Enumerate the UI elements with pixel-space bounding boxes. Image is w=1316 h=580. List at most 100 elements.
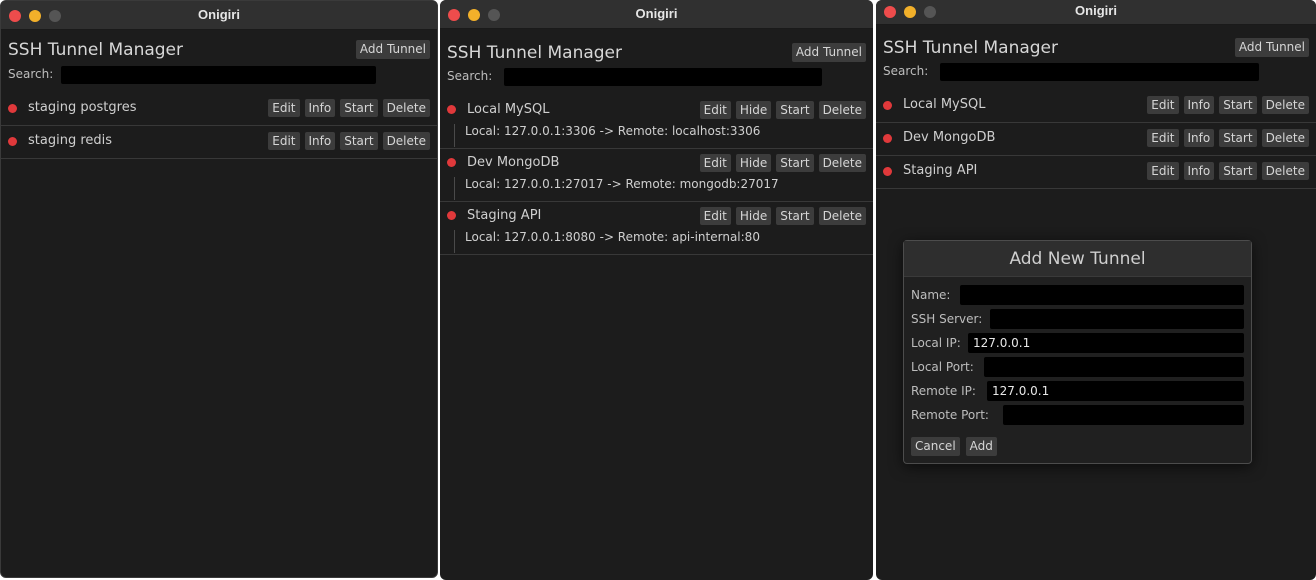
name-label: Name: (911, 288, 951, 302)
tunnel-name: staging redis (28, 133, 113, 148)
start-button[interactable]: Start (1219, 96, 1257, 114)
delete-button[interactable]: Delete (1261, 162, 1309, 180)
remote-port-label: Remote Port: (911, 408, 989, 422)
delete-button[interactable]: Delete (818, 154, 866, 172)
tunnel-form: Name: SSH Server: Local IP: 127.0.0.1 Lo… (911, 285, 1244, 429)
local-ip-label: Local IP: (911, 336, 961, 350)
delete-button[interactable]: Delete (1261, 129, 1309, 147)
name-field[interactable] (960, 285, 1244, 305)
tunnel-list: staging postgres Edit Info Start Delete … (1, 93, 437, 159)
status-indicator-icon (447, 105, 456, 114)
tunnel-detail: Local: 127.0.0.1:27017 -> Remote: mongod… (454, 177, 779, 200)
edit-button[interactable]: Edit (1147, 96, 1179, 114)
app-window-3: Onigiri SSH Tunnel Manager Add Tunnel Se… (876, 0, 1316, 580)
dialog-title: Add New Tunnel (904, 241, 1251, 277)
tunnel-name: Dev MongoDB (903, 130, 996, 145)
add-button[interactable]: Add (965, 437, 997, 456)
title-bar: Onigiri (1, 1, 437, 30)
app-header: SSH Tunnel Manager Add Tunnel (8, 40, 430, 62)
hide-button[interactable]: Hide (735, 154, 772, 172)
start-button[interactable]: Start (340, 99, 378, 117)
tunnel-list: Local MySQL Edit Info Start Delete Dev M… (876, 90, 1316, 189)
info-button[interactable]: Info (304, 132, 336, 150)
dialog-actions: Cancel Add (911, 437, 997, 456)
start-button[interactable]: Start (1219, 162, 1257, 180)
start-button[interactable]: Start (776, 101, 814, 119)
remote-ip-field[interactable]: 127.0.0.1 (987, 381, 1244, 401)
delete-button[interactable]: Delete (1261, 96, 1309, 114)
start-button[interactable]: Start (1219, 129, 1257, 147)
page-title: SSH Tunnel Manager (447, 43, 622, 63)
status-indicator-icon (447, 211, 456, 220)
tunnel-detail: Local: 127.0.0.1:3306 -> Remote: localho… (454, 124, 760, 147)
title-bar: Onigiri (440, 0, 873, 29)
form-row-local-port: Local Port: (911, 357, 1244, 381)
local-port-field[interactable] (984, 357, 1244, 377)
tunnel-name: Local MySQL (467, 102, 550, 117)
cancel-button[interactable]: Cancel (911, 437, 960, 456)
ssh-server-field[interactable] (990, 309, 1244, 329)
edit-button[interactable]: Edit (699, 207, 731, 225)
form-row-local-ip: Local IP: 127.0.0.1 (911, 333, 1244, 357)
hide-button[interactable]: Hide (735, 101, 772, 119)
tunnel-item: Staging API Edit Info Start Delete (876, 156, 1316, 189)
form-row-remote-port: Remote Port: (911, 405, 1244, 429)
tunnel-name: Staging API (903, 163, 978, 178)
delete-button[interactable]: Delete (818, 101, 866, 119)
screenshot-composite: Onigiri SSH Tunnel Manager Add Tunnel Se… (0, 0, 1316, 580)
search-label: Search: (447, 69, 493, 83)
edit-button[interactable]: Edit (268, 132, 300, 150)
edit-button[interactable]: Edit (268, 99, 300, 117)
status-indicator-icon (883, 167, 892, 176)
search-input[interactable] (940, 63, 1259, 81)
search-label: Search: (8, 67, 54, 81)
edit-button[interactable]: Edit (699, 101, 731, 119)
delete-button[interactable]: Delete (382, 132, 430, 150)
local-ip-field[interactable]: 127.0.0.1 (968, 333, 1244, 353)
ssh-server-label: SSH Server: (911, 312, 983, 326)
tunnel-item: Dev MongoDB Edit Hide Start Delete Local… (440, 149, 873, 202)
local-port-label: Local Port: (911, 360, 974, 374)
search-input[interactable] (61, 66, 376, 84)
form-row-remote-ip: Remote IP: 127.0.0.1 (911, 381, 1244, 405)
tunnel-name: staging postgres (28, 100, 137, 115)
start-button[interactable]: Start (340, 132, 378, 150)
page-title: SSH Tunnel Manager (883, 38, 1058, 58)
add-tunnel-button[interactable]: Add Tunnel (791, 43, 866, 62)
edit-button[interactable]: Edit (1147, 162, 1179, 180)
edit-button[interactable]: Edit (699, 154, 731, 172)
app-header: SSH Tunnel Manager Add Tunnel (883, 38, 1309, 60)
hide-button[interactable]: Hide (735, 207, 772, 225)
tunnel-name: Dev MongoDB (467, 155, 560, 170)
tunnel-item: staging redis Edit Info Start Delete (1, 126, 437, 159)
window-title: Onigiri (1075, 3, 1117, 18)
tunnel-list: Local MySQL Edit Hide Start Delete Local… (440, 96, 873, 255)
status-indicator-icon (8, 137, 17, 146)
status-indicator-icon (8, 104, 17, 113)
status-indicator-icon (883, 134, 892, 143)
add-tunnel-dialog: Add New Tunnel Name: SSH Server: Local I… (903, 240, 1252, 464)
app-header: SSH Tunnel Manager Add Tunnel (447, 43, 866, 65)
start-button[interactable]: Start (776, 207, 814, 225)
tunnel-item: staging postgres Edit Info Start Delete (1, 93, 437, 126)
info-button[interactable]: Info (304, 99, 336, 117)
remote-port-field[interactable] (1003, 405, 1244, 425)
tunnel-item: Local MySQL Edit Info Start Delete (876, 90, 1316, 123)
tunnel-name: Staging API (467, 208, 542, 223)
edit-button[interactable]: Edit (1147, 129, 1179, 147)
add-tunnel-button[interactable]: Add Tunnel (355, 40, 430, 59)
search-label: Search: (883, 64, 929, 78)
remote-ip-label: Remote IP: (911, 384, 976, 398)
info-button[interactable]: Info (1183, 162, 1215, 180)
start-button[interactable]: Start (776, 154, 814, 172)
delete-button[interactable]: Delete (818, 207, 866, 225)
info-button[interactable]: Info (1183, 129, 1215, 147)
tunnel-item: Dev MongoDB Edit Info Start Delete (876, 123, 1316, 156)
add-tunnel-button[interactable]: Add Tunnel (1234, 38, 1309, 57)
page-title: SSH Tunnel Manager (8, 40, 183, 60)
tunnel-item: Local MySQL Edit Hide Start Delete Local… (440, 96, 873, 149)
search-input[interactable] (504, 68, 822, 86)
form-row-ssh-server: SSH Server: (911, 309, 1244, 333)
delete-button[interactable]: Delete (382, 99, 430, 117)
info-button[interactable]: Info (1183, 96, 1215, 114)
